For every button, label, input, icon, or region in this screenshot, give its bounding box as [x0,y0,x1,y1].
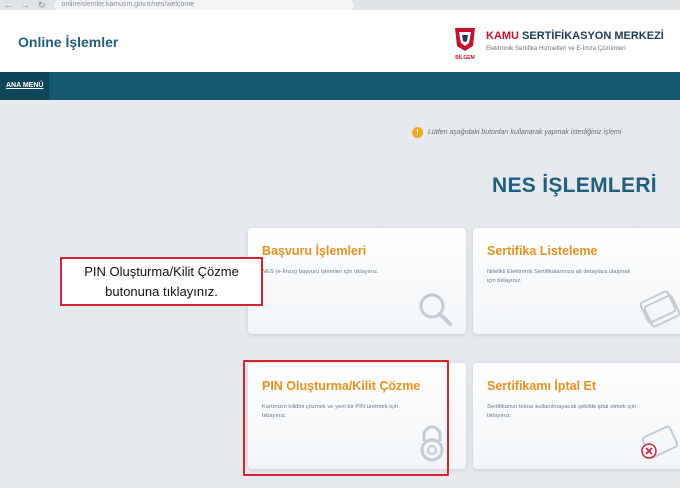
basvuru-card[interactable]: Başvuru İşlemleri NES (e-İmza) başvuru i… [248,228,466,334]
pin-highlight-box [243,360,449,476]
main-menu-link[interactable]: ANA MENÜ [0,72,50,100]
address-bar[interactable]: onlineislemler.kamusm.gov.tr/nes/welcome [53,0,354,10]
back-icon[interactable]: ← [4,0,13,10]
card-title: Sertifika Listeleme [487,244,598,258]
brand-title-rest: SERTİFİKASYON MERKEZİ [519,30,664,42]
card-title: Başvuru İşlemleri [262,244,367,258]
cancel-card-icon [641,425,679,459]
tubitak-logo: BİLGEM [455,28,475,61]
card-description: Sertifikanızı tekrar kullanılmayacak şek… [487,404,637,419]
brand-subtitle: Elektronik Sertifika Hizmetleri ve E-İmz… [486,45,626,52]
brand-title: KAMU SERTİFİKASYON MERKEZİ [486,30,664,42]
site-header: Online İşlemler BİLGEM KAMU SERTİFİKASYO… [0,10,680,72]
logo-caption: BİLGEM [455,54,474,61]
card-description: NES (e-İmza) başvuru işlemleri için tıkl… [262,269,379,275]
browser-toolbar: ← → ↻ onlineislemler.kamusm.gov.tr/nes/w… [0,0,680,10]
brand-title-accent: KAMU [486,30,519,42]
forward-icon[interactable]: → [21,0,30,10]
instruction-notice: ! Lütfen aşağıdaki butonları kullanarak … [412,127,621,138]
site-title[interactable]: Online İşlemler [18,34,118,50]
card-title: Sertifikamı İptal Et [487,379,597,393]
info-icon: ! [412,127,423,138]
card-icon [639,290,680,328]
instruction-callout: PIN Oluşturma/Kilit Çözme butonuna tıkla… [60,257,263,306]
magnifier-icon [419,293,452,326]
card-description: Nitelikli Elektronik Sertifikalarınıza a… [487,269,631,284]
section-title: NES İŞLEMLERİ [492,174,657,197]
main-navbar: ANA MENÜ [0,72,680,100]
reload-icon[interactable]: ↻ [38,0,46,10]
sertifika-iptal-card[interactable]: Sertifikamı İptal Et Sertifikanızı tekra… [473,363,680,469]
callout-line-2: butonuna tıklayınız. [105,284,218,299]
sertifika-listeleme-card[interactable]: Sertifika Listeleme Nitelikli Elektronik… [473,228,680,334]
notice-text: Lütfen aşağıdaki butonları kullanarak ya… [428,129,622,136]
callout-line-1: PIN Oluşturma/Kilit Çözme [84,264,239,279]
